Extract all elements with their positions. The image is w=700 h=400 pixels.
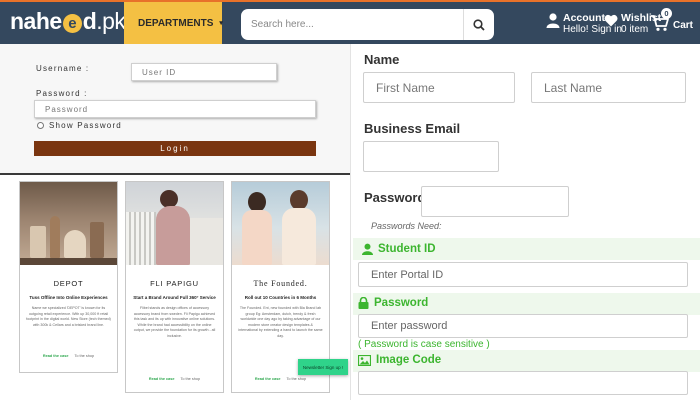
logo-text-mid: e xyxy=(68,15,77,32)
card-description: Name we specialized 'DEPOT' is known for… xyxy=(26,306,111,327)
username-field[interactable]: User ID xyxy=(131,63,277,81)
search-icon xyxy=(473,18,485,31)
to-shop-link[interactable]: To the shop xyxy=(286,377,306,381)
wishlist-link[interactable]: Wishlist 0 item xyxy=(604,8,661,38)
name-label: Name xyxy=(364,52,400,67)
card-title: DEPOT xyxy=(53,279,84,288)
user-icon xyxy=(546,13,560,28)
the-founded-model-image xyxy=(232,182,329,265)
logo-text-prefix: nahe xyxy=(10,8,62,34)
login-button[interactable]: Login xyxy=(34,141,316,156)
image-code-label: Image Code xyxy=(376,354,442,366)
cart-link[interactable]: 0 Cart xyxy=(650,6,696,40)
read-case-link[interactable]: Read the case xyxy=(149,377,175,381)
username-label: Username : xyxy=(36,64,90,73)
portal-password-label-row: Password xyxy=(358,297,428,309)
user-icon xyxy=(362,243,373,255)
search-bar xyxy=(241,9,494,40)
logo-text-tld: .pk xyxy=(96,8,126,34)
image-code-label-row: Image Code xyxy=(358,354,441,366)
logo-text-suffix: d xyxy=(82,8,97,34)
brand-card-depot: DEPOT Tuss Offline Into Online Experienc… xyxy=(19,181,118,373)
to-shop-link[interactable]: To the shop xyxy=(74,354,94,358)
account-link[interactable]: Account Hello! Sign in xyxy=(546,8,622,38)
site-logo[interactable]: nahe e d.pk xyxy=(10,6,126,36)
business-email-label: Business Email xyxy=(364,121,461,136)
cart-count: 0 xyxy=(664,9,669,18)
card-subtitle: Tuss Offline Into Online Experiences xyxy=(29,295,108,300)
student-id-label-row: Student ID xyxy=(362,243,436,255)
card-subtitle: Start a Brand Around Full 360° Service xyxy=(133,295,216,300)
last-name-field[interactable]: Last Name xyxy=(531,72,686,103)
brand-card-fli-papigu: FLI PAPIGU Start a Brand Around Full 360… xyxy=(125,181,224,393)
card-subtitle: Roll out 10 Countries in 6 Months xyxy=(244,295,317,300)
fli-papigu-model-image xyxy=(126,182,223,265)
portal-password-field[interactable]: Enter password xyxy=(358,314,688,338)
departments-label: DEPARTMENTS xyxy=(138,17,214,29)
card-description: The Founded. Ent, new founded with Bla B… xyxy=(238,306,323,338)
first-name-field[interactable]: First Name xyxy=(363,72,515,103)
show-password-checkbox[interactable] xyxy=(37,122,44,129)
read-case-link[interactable]: Read the case xyxy=(43,354,69,358)
search-button[interactable] xyxy=(463,9,494,40)
password-label: Password : xyxy=(36,89,88,98)
card-title: FLI PAPIGU xyxy=(150,279,199,288)
register-password-label: Password xyxy=(364,190,426,205)
student-id-label: Student ID xyxy=(378,243,436,255)
top-navigation-bar: naheed.pk DEPARTMENTS ▾ Account Hello! S… xyxy=(0,0,700,44)
lock-icon xyxy=(358,297,369,309)
card-description: Flibel stands as design offices of acces… xyxy=(133,306,216,338)
portal-password-label: Password xyxy=(374,297,429,309)
caret-down-icon: ▾ xyxy=(219,20,223,27)
form-divider xyxy=(350,44,351,400)
password-field[interactable]: Password xyxy=(34,100,316,118)
password-requirements-hint: Passwords Need: xyxy=(371,221,442,231)
card-title: The Founded. xyxy=(253,279,308,288)
cart-count-badge: 0 xyxy=(661,8,672,19)
business-email-field[interactable] xyxy=(363,141,499,172)
newsletter-signup-button[interactable]: Newsletter Sign up ! xyxy=(298,359,348,375)
case-sensitive-note: ( Password is case sensitive ) xyxy=(358,339,490,350)
read-case-link[interactable]: Read the case xyxy=(255,377,281,381)
wishlist-subtitle: 0 item xyxy=(621,24,649,35)
cart-label: Cart xyxy=(673,20,694,31)
show-password-label: Show Password xyxy=(49,121,122,130)
account-title: Account xyxy=(563,12,605,24)
image-icon xyxy=(358,354,371,366)
to-shop-link[interactable]: To the shop xyxy=(180,377,200,381)
student-id-field[interactable]: Enter Portal ID xyxy=(358,262,688,287)
depot-product-image xyxy=(20,182,117,265)
departments-menu-button[interactable]: DEPARTMENTS ▾ xyxy=(124,2,223,44)
register-password-field[interactable] xyxy=(421,186,569,217)
search-input[interactable] xyxy=(249,18,453,31)
heart-icon xyxy=(604,14,618,27)
image-code-field[interactable] xyxy=(358,371,688,395)
logo-badge-icon: e xyxy=(62,14,82,33)
